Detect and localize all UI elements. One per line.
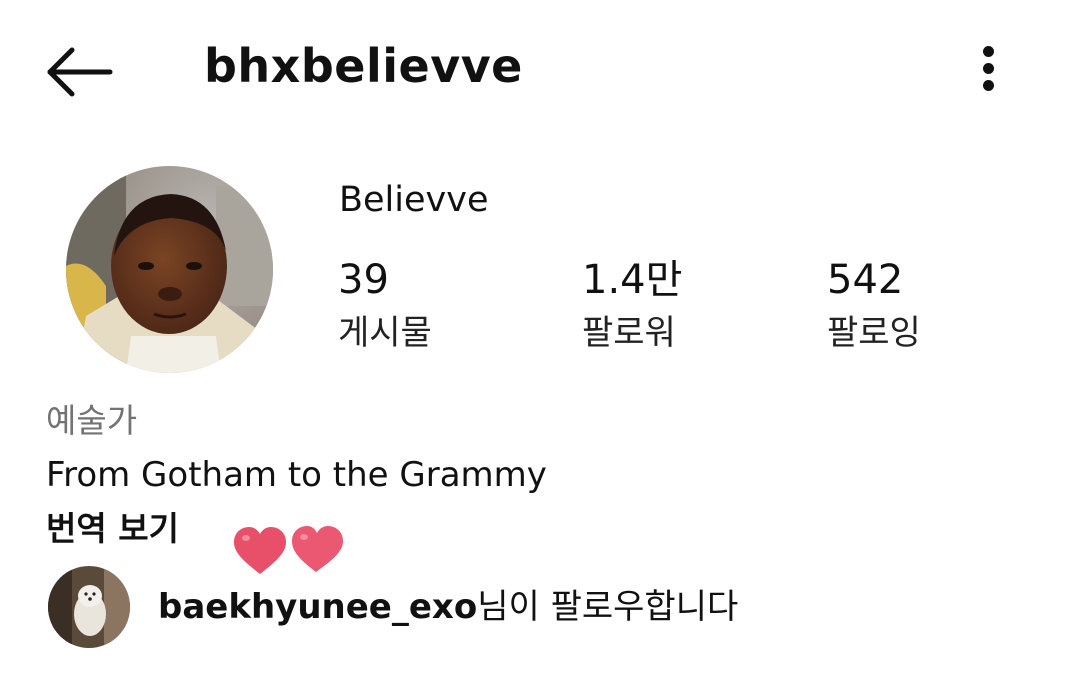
- more-dot: [983, 63, 994, 74]
- profile-category: 예술가: [46, 401, 138, 440]
- posts-count: 39: [338, 257, 389, 303]
- followed-by-suffix: 님이 팔로우합니다: [477, 587, 739, 627]
- profile-bio: From Gotham to the Grammy: [46, 455, 547, 495]
- followers-stat[interactable]: 1.4만 팔로워: [582, 254, 682, 356]
- more-vertical-icon: [983, 46, 994, 57]
- follower-username[interactable]: baekhyunee_exo: [158, 587, 477, 627]
- profile-avatar[interactable]: [66, 166, 273, 373]
- followers-count: 1.4만: [582, 257, 683, 303]
- following-label: 팔로잉: [827, 313, 921, 353]
- followed-by-text: baekhyunee_exo님이 팔로우합니다: [158, 584, 738, 630]
- arrow-left-icon: [47, 47, 113, 97]
- display-name: Believve: [339, 180, 489, 220]
- follower-avatar-photo: [48, 566, 130, 648]
- posts-label: 게시물: [338, 313, 432, 353]
- followed-by-row[interactable]: baekhyunee_exo님이 팔로우합니다: [46, 564, 946, 650]
- avatar-photo: [66, 166, 273, 373]
- back-button[interactable]: [40, 40, 116, 100]
- following-stat[interactable]: 542 팔로잉: [827, 254, 921, 356]
- followers-label: 팔로워: [582, 313, 676, 353]
- see-translation-link[interactable]: 번역 보기: [46, 506, 179, 552]
- following-count: 542: [827, 257, 904, 303]
- profile-page: bhxbelievve Believve 39 게시물 1.4만 팔로워 542…: [0, 0, 1080, 676]
- more-dot: [983, 80, 994, 91]
- follower-avatar: [48, 566, 130, 648]
- posts-stat[interactable]: 39 게시물: [338, 254, 432, 356]
- page-title: bhxbelievve: [204, 39, 523, 93]
- more-options-button[interactable]: [966, 40, 1012, 96]
